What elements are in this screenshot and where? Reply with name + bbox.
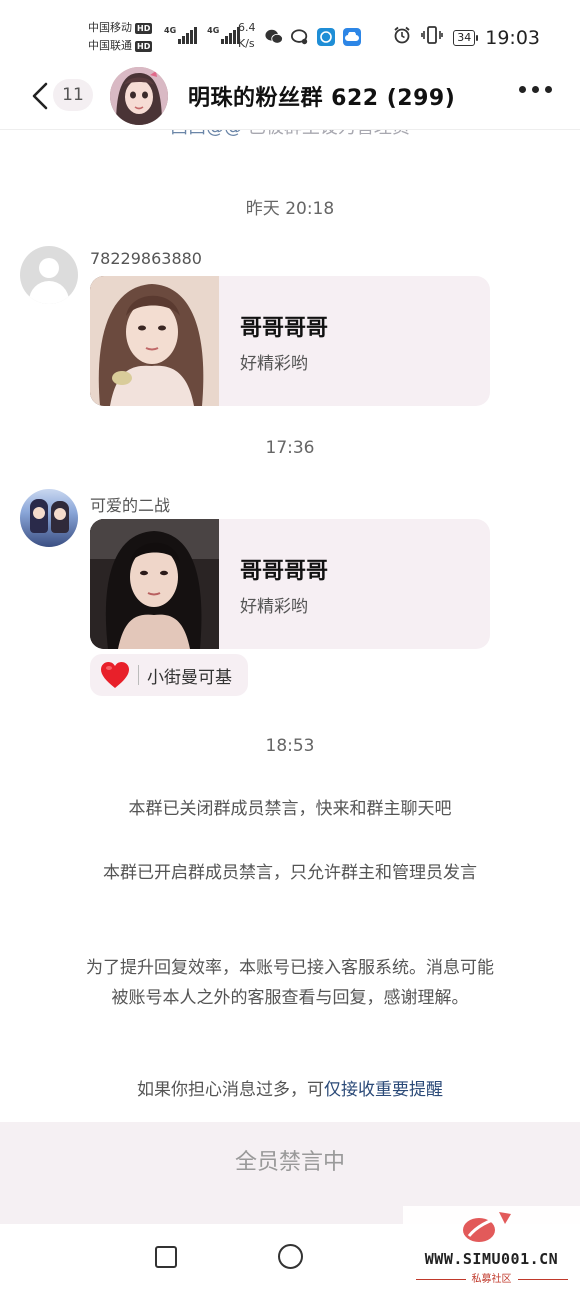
signal-indicators: 4G 4G bbox=[164, 26, 241, 44]
card-title: 哥哥哥哥 bbox=[240, 559, 329, 584]
browser-icon bbox=[317, 28, 335, 46]
card-thumbnail bbox=[90, 519, 219, 649]
share-card[interactable]: 哥哥哥哥 好精彩哟 bbox=[90, 519, 490, 649]
network-speed: 6.4 K/s bbox=[238, 20, 256, 52]
moments-icon bbox=[291, 28, 309, 46]
more-options-button[interactable] bbox=[519, 86, 552, 93]
card-description: 好精彩哟 bbox=[240, 597, 308, 617]
reaction-chip[interactable]: 小街曼可基 bbox=[90, 654, 248, 696]
muted-status-text: 全员禁言中 bbox=[234, 1150, 345, 1175]
recent-apps-button[interactable] bbox=[155, 1246, 177, 1268]
card-description: 好精彩哟 bbox=[240, 354, 308, 374]
system-message: 如果你担心消息过多，可仅接收重要提醒 bbox=[80, 1075, 500, 1105]
notification-icons bbox=[265, 28, 361, 46]
avatar-head-shape bbox=[39, 258, 59, 278]
important-alerts-link[interactable]: 仅接收重要提醒 bbox=[324, 1080, 443, 1100]
card-title: 哥哥哥哥 bbox=[240, 316, 329, 341]
more-dot-icon bbox=[545, 86, 552, 93]
card-thumbnail bbox=[90, 276, 219, 406]
clock-time: 19:03 bbox=[485, 26, 540, 49]
chat-header: 11 明珠的粉丝群 622 (299) bbox=[0, 62, 580, 130]
avatar-face-shape bbox=[54, 508, 66, 520]
avatar-body-shape bbox=[29, 281, 69, 304]
more-dot-icon bbox=[519, 86, 526, 93]
more-dot-icon bbox=[532, 86, 539, 93]
home-button[interactable] bbox=[278, 1244, 303, 1269]
hd-badge: HD bbox=[135, 22, 153, 34]
message-timestamp: 昨天 20:18 bbox=[245, 199, 335, 219]
share-card[interactable]: 哥哥哥哥 好精彩哟 bbox=[90, 276, 490, 406]
speed-unit: K/s bbox=[238, 37, 255, 50]
reaction-user-name: 小街曼可基 bbox=[147, 667, 232, 688]
wechat-icon bbox=[265, 28, 283, 46]
status-right: 34 19:03 bbox=[393, 26, 540, 49]
watermark-logo bbox=[463, 1212, 511, 1242]
unread-count-badge[interactable]: 11 bbox=[53, 79, 93, 111]
reaction-divider bbox=[138, 665, 139, 685]
watermark-url: WWW.SIMU001.CN bbox=[424, 1250, 559, 1268]
status-bar: 中国移动 HD 中国联通 HD 4G 4G 6.4 K/s 34 19:03 bbox=[0, 0, 580, 62]
back-button[interactable] bbox=[28, 80, 52, 112]
cloud-icon bbox=[343, 28, 361, 46]
network-type-label: 4G bbox=[164, 26, 177, 35]
message-timestamp: 17:36 bbox=[265, 438, 315, 458]
group-title: 明珠的粉丝群 622 (299) bbox=[188, 86, 456, 111]
speed-value: 6.4 bbox=[238, 21, 256, 34]
watermark-subtitle: 私募社区 bbox=[403, 1270, 580, 1285]
carrier-2-label: 中国联通 bbox=[88, 39, 132, 52]
network-type-label: 4G bbox=[207, 26, 220, 35]
signal-icon: 4G bbox=[164, 26, 198, 44]
system-message-text: 如果你担心消息过多，可 bbox=[137, 1080, 324, 1100]
hd-badge: HD bbox=[135, 40, 153, 52]
message-timestamp: 18:53 bbox=[265, 736, 315, 756]
carrier-1-label: 中国移动 bbox=[88, 21, 132, 34]
user-avatar-default[interactable] bbox=[20, 246, 78, 304]
system-message: 本群已开启群成员禁言，只允许群主和管理员发言 bbox=[103, 863, 477, 883]
group-avatar[interactable] bbox=[110, 67, 168, 125]
sender-name: 78229863880 bbox=[90, 249, 202, 268]
system-message: 本群已关闭群成员禁言，快来和群主聊天吧 bbox=[128, 799, 452, 819]
signal-icon: 4G bbox=[207, 26, 241, 44]
carrier-info: 中国移动 HD 中国联通 HD bbox=[88, 19, 153, 55]
heart-icon bbox=[100, 660, 130, 690]
alarm-icon bbox=[393, 26, 411, 49]
user-avatar[interactable] bbox=[20, 489, 78, 547]
avatar-face-shape bbox=[33, 507, 45, 519]
sender-name: 可爱的二战 bbox=[90, 496, 171, 515]
system-message: 为了提升回复效率，本账号已接入客服系统。消息可能被账号本人之外的客服查看与回复，… bbox=[86, 958, 494, 1008]
chevron-left-icon bbox=[32, 82, 48, 110]
vibrate-icon bbox=[421, 26, 444, 49]
watermark: WWW.SIMU001.CN 私募社区 bbox=[403, 1206, 580, 1289]
battery-icon: 34 bbox=[453, 29, 479, 46]
